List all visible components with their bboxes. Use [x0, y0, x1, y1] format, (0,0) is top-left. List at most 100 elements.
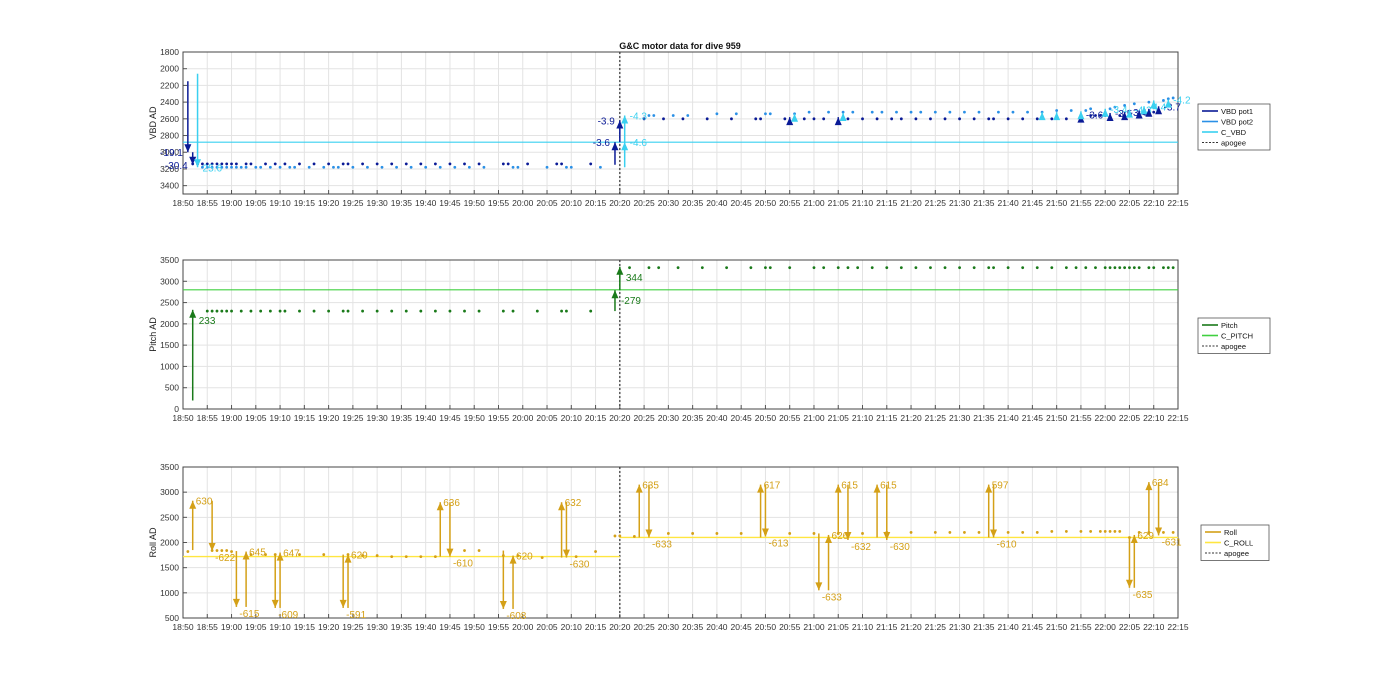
- pitch-point: [283, 309, 287, 313]
- panel-2-x-tick-label: 19:05: [245, 413, 267, 423]
- pitch-point: [846, 266, 850, 270]
- vbd-pot2-point: [225, 165, 229, 169]
- vbd-pot1-point: [298, 162, 301, 166]
- roll-point: [1118, 530, 1122, 533]
- pitch-point: [870, 266, 874, 270]
- panel-3-x-tick-label: 20:15: [585, 622, 607, 632]
- pitch-point: [375, 309, 379, 313]
- vbd-pot2-point: [438, 165, 442, 169]
- panel-2-y-axis-label: Pitch AD: [148, 317, 158, 352]
- pitch-point: [249, 309, 253, 313]
- pitch-point: [1035, 266, 1039, 270]
- pitch-point: [943, 266, 947, 270]
- panel-1-y-tick-label: 2200: [160, 80, 179, 90]
- vbd-pot2-point: [963, 110, 966, 114]
- panel-1-x-tick-label: 20:20: [609, 198, 631, 208]
- panel-2-x-tick-label: 19:55: [488, 413, 510, 423]
- motor-data-figure: G&C motor data for dive 959 18:50 18:55 19…: [148, 41, 1271, 632]
- vbd-pot2-point: [268, 165, 272, 169]
- panel-2-x-tick-label: 20:50: [755, 413, 777, 423]
- vbd-move-label: -4.2: [1173, 96, 1191, 107]
- panel-1-y-tick-label: 2600: [160, 114, 179, 124]
- roll-point: [933, 531, 937, 534]
- panel-1-y-tick-label: 2400: [160, 97, 179, 107]
- roll-point: [1171, 531, 1175, 534]
- vbd-pot2-point: [764, 112, 767, 116]
- vbd-pot2-point: [977, 110, 981, 114]
- vbd-pot1-point: [264, 162, 267, 166]
- panel-1-x-tick-label: 22:15: [1167, 198, 1189, 208]
- roll-move-label: 634: [1152, 478, 1169, 489]
- roll-point: [715, 532, 719, 535]
- panel-2-x-tick-label: 21:05: [828, 413, 850, 423]
- panel-2-legend-label: C_PITCH: [1221, 331, 1253, 340]
- panel-3: 18:50 18:55 19:00 19:05 19:10 19:15 19:20 19:25…: [148, 462, 1270, 632]
- vbd-pot1-point: [244, 162, 248, 166]
- vbd-move-label: -19.1: [160, 148, 183, 159]
- vbd-pot1-point: [861, 117, 864, 121]
- panel-1-x-tick-label: 21:25: [925, 198, 947, 208]
- panel-1-x-tick-label: 20:15: [585, 198, 607, 208]
- panel-1-x-tick-label: 21:35: [973, 198, 995, 208]
- panel-1-x-tick-label: 20:30: [658, 198, 680, 208]
- pitch-point: [1074, 266, 1078, 270]
- panel-3-x-tick-label: 19:45: [439, 622, 461, 632]
- pitch-point: [1118, 266, 1122, 270]
- vbd-pot1-point: [346, 162, 350, 166]
- vbd-pot1-point: [501, 162, 505, 166]
- vbd-pot2-point: [671, 114, 675, 117]
- pitch-point: [589, 309, 593, 313]
- panel-2-x-tick-label: 21:40: [997, 413, 1019, 423]
- roll-point: [390, 555, 394, 558]
- panel-2-x-tick-label: 19:30: [367, 413, 389, 423]
- panel-2-x-tick-label: 20:45: [731, 413, 753, 423]
- roll-point: [540, 556, 544, 559]
- roll-point: [225, 549, 229, 552]
- vbd-pot1-point: [1064, 117, 1068, 121]
- panel-1-x-tick-label: 20:25: [633, 198, 655, 208]
- vbd-pot1-point: [225, 162, 229, 166]
- vbd-pot2-point: [880, 110, 884, 114]
- panel-1-x-tick-label: 22:10: [1143, 198, 1165, 208]
- vbd-pot2-point: [467, 165, 471, 169]
- roll-move-label: 645: [249, 548, 266, 559]
- panel-3-x-tick-label: 21:10: [852, 622, 874, 632]
- roll-move-label: -610: [997, 539, 1017, 550]
- panel-1-y-axis-label: VBD AD: [148, 106, 158, 140]
- pitch-point: [1103, 266, 1107, 270]
- vbd-pot2-point: [686, 114, 690, 117]
- roll-move-label: 629: [351, 551, 368, 562]
- pitch-point: [535, 309, 539, 313]
- vbd-pot1-point: [972, 117, 976, 121]
- panel-1-x-tick-label: 20:40: [706, 198, 728, 208]
- panel-1-x-tick-label: 19:00: [221, 198, 243, 208]
- vbd-pot1-point: [230, 162, 233, 166]
- pitch-point: [278, 309, 282, 313]
- pitch-point: [225, 309, 229, 313]
- panel-3-x-tick-label: 19:00: [221, 622, 243, 632]
- panel-2-x-tick-label: 21:10: [852, 413, 874, 423]
- roll-point: [1113, 530, 1117, 533]
- vbd-pot2-point: [652, 114, 656, 117]
- vbd-pot2-point: [997, 110, 1000, 114]
- vbd-pot1-point: [463, 162, 466, 166]
- panel-1-x-tick-label: 18:55: [197, 198, 219, 208]
- panel-3-y-tick-label: 2500: [160, 512, 179, 522]
- panel-3-y-tick-label: 2000: [160, 538, 179, 548]
- panel-2-x-tick-label: 20:15: [585, 413, 607, 423]
- roll-move-label: 630: [196, 497, 213, 508]
- pitch-point: [433, 309, 437, 313]
- roll-move-label: -608: [506, 611, 526, 622]
- roll-point: [812, 532, 816, 535]
- pitch-point: [298, 309, 301, 313]
- vbd-move-label: 25.6: [203, 163, 223, 174]
- vbd-pot2-point: [569, 165, 573, 169]
- pitch-point: [312, 309, 316, 313]
- vbd-pot2-point: [395, 165, 398, 169]
- pitch-point: [1132, 266, 1136, 270]
- pitch-point: [1147, 266, 1151, 270]
- panel-1-x-tick-label: 19:50: [464, 198, 486, 208]
- pitch-point: [1166, 266, 1170, 270]
- panel-3-x-tick-label: 18:50: [172, 622, 194, 632]
- panel-2-x-tick-label: 21:45: [1022, 413, 1044, 423]
